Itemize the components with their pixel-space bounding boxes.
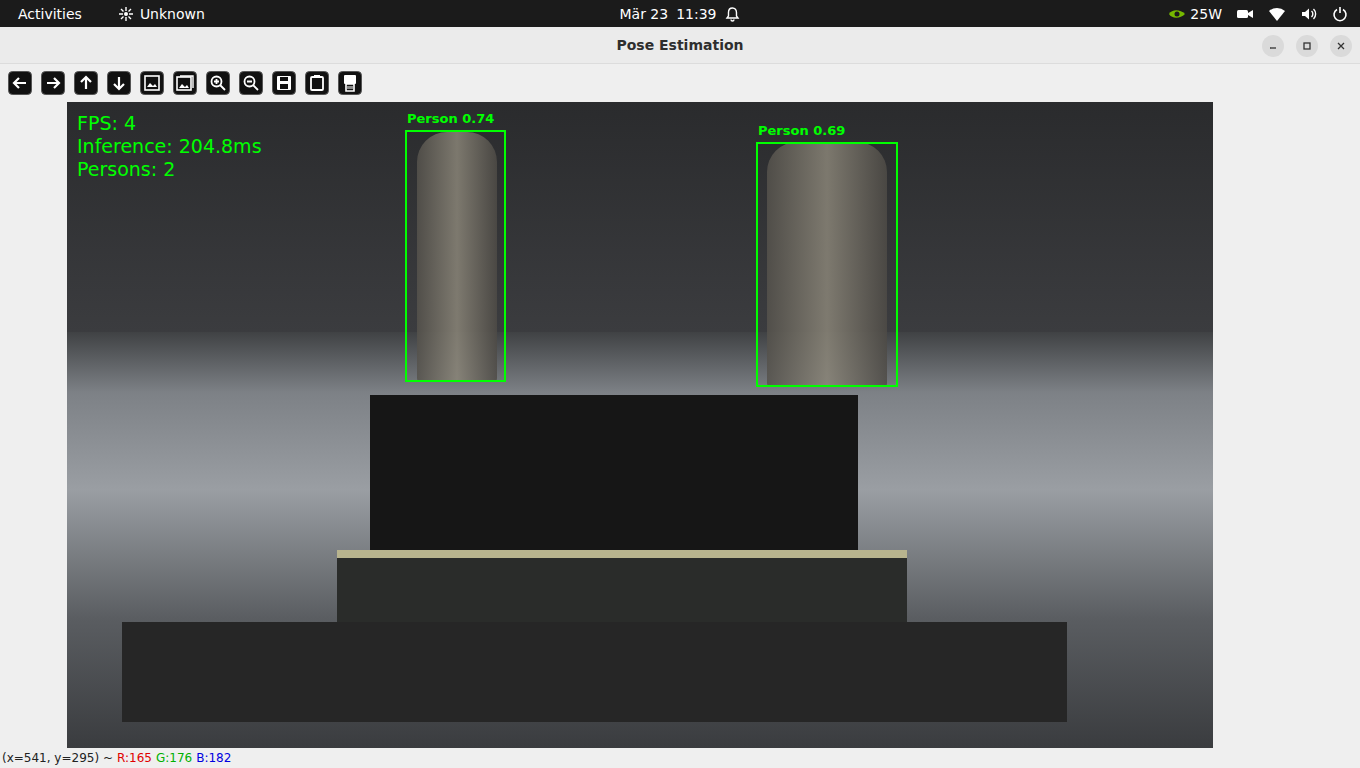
app-icon — [118, 6, 134, 22]
device-box — [370, 395, 858, 550]
zoom-in-button[interactable] — [206, 71, 230, 95]
cursor-coords: (x=541, y=295) ~ — [2, 751, 113, 765]
power-icon — [1332, 6, 1348, 22]
base-shape — [122, 622, 1067, 722]
save-button[interactable] — [272, 71, 296, 95]
close-icon — [1336, 41, 1346, 51]
arrow-up-icon — [74, 71, 98, 95]
image-viewer: FPS: 4Inference: 204.8msPersons: 2Person… — [0, 102, 1360, 748]
person-label: Person 0.74 — [407, 111, 494, 127]
window-title: Pose Estimation — [616, 37, 743, 53]
arrow-down-icon — [107, 71, 131, 95]
red-value: R:165 — [117, 751, 152, 765]
close-button[interactable] — [1330, 35, 1352, 57]
nvidia-icon — [1168, 7, 1186, 21]
image-alt-icon — [173, 71, 197, 95]
desktop: Activities Unknown Mär 2311:39 25W Pose Esti… — [0, 0, 1360, 768]
pose-window: Pose EstimationFPS: 4Inference: 204.8msP… — [0, 27, 1360, 768]
person-label: Person 0.69 — [758, 123, 845, 139]
arrow-left-icon — [8, 71, 32, 95]
green-value: G:176 — [156, 751, 192, 765]
app-menu[interactable]: Unknown — [118, 6, 205, 22]
persons-label: Persons: 2 — [77, 158, 262, 180]
person-box: Person 0.69 — [756, 142, 898, 387]
clipboard-icon — [305, 71, 329, 95]
wifi-icon — [1268, 6, 1286, 22]
maximize-icon — [1302, 41, 1312, 51]
arrow-left-button[interactable] — [8, 71, 32, 95]
properties-icon — [338, 71, 362, 95]
stats-overlay: FPS: 4Inference: 204.8msPersons: 2 — [77, 112, 262, 180]
properties-button[interactable] — [338, 71, 362, 95]
figurine-shape — [767, 142, 887, 387]
volume-icon — [1300, 6, 1318, 22]
clipboard-button[interactable] — [305, 71, 329, 95]
maximize-button[interactable] — [1296, 35, 1318, 57]
save-icon — [272, 71, 296, 95]
fps-label: FPS: 4 — [77, 112, 262, 134]
minimize-icon — [1268, 41, 1278, 51]
toolbar — [0, 64, 1360, 102]
image-icon — [140, 71, 164, 95]
camera-frame[interactable]: FPS: 4Inference: 204.8msPersons: 2Person… — [67, 102, 1213, 748]
image-alt-button[interactable] — [173, 71, 197, 95]
bell-icon — [725, 6, 741, 22]
activities-button[interactable]: Activities — [18, 6, 82, 22]
zoom-out-button[interactable] — [239, 71, 263, 95]
gpu-power[interactable]: 25W — [1168, 6, 1222, 22]
blue-value: B:182 — [196, 751, 231, 765]
figurine-shape — [417, 132, 497, 382]
person-box: Person 0.74 — [405, 130, 506, 382]
system-tray[interactable]: 25W — [1168, 6, 1348, 22]
inference-label: Inference: 204.8ms — [77, 135, 262, 157]
clock[interactable]: Mär 2311:39 — [619, 6, 740, 22]
image-button[interactable] — [140, 71, 164, 95]
arrow-down-button[interactable] — [107, 71, 131, 95]
arrow-right-button[interactable] — [41, 71, 65, 95]
zoom-out-icon — [239, 71, 263, 95]
minimize-button[interactable] — [1262, 35, 1284, 57]
camera-icon — [1236, 7, 1254, 21]
arrow-up-button[interactable] — [74, 71, 98, 95]
title-bar[interactable]: Pose Estimation — [0, 27, 1360, 64]
arrow-right-icon — [41, 71, 65, 95]
status-bar: (x=541, y=295) ~ R:165 G:176 B:182 — [0, 748, 1360, 768]
zoom-in-icon — [206, 71, 230, 95]
top-bar: Activities Unknown Mär 2311:39 25W — [0, 0, 1360, 27]
